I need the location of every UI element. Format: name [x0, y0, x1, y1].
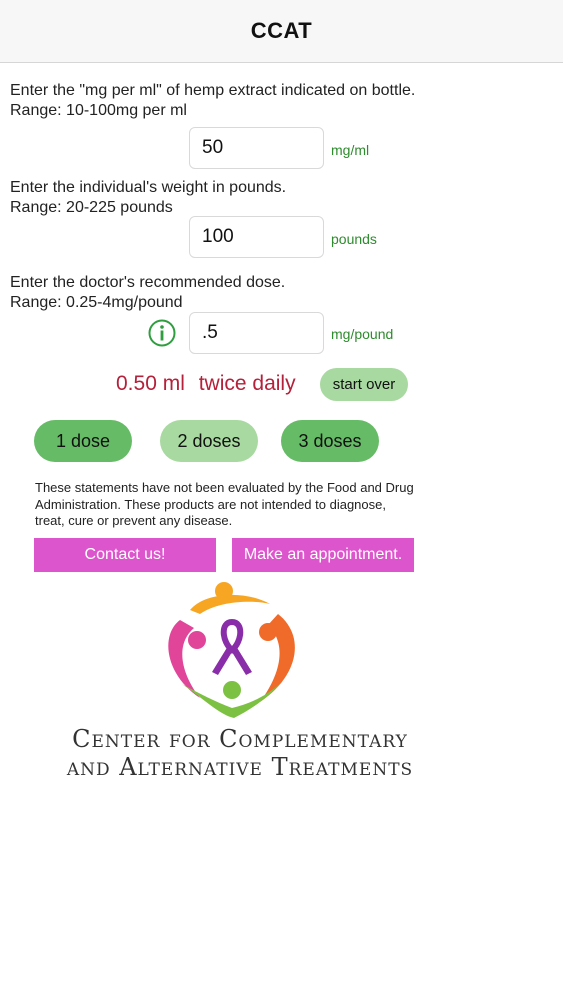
app-title: CCAT	[250, 18, 313, 43]
concentration-input[interactable]: 50	[189, 127, 324, 169]
concentration-unit: mg/ml	[331, 142, 370, 158]
organization-name: Center for Complementary and Alternative…	[30, 725, 450, 781]
weight-prompt-line2: Range: 20-225 pounds	[10, 199, 173, 216]
organization-name-line1: Center for Complementary	[72, 725, 408, 753]
dose-prompt-line1: Enter the doctor's recommended dose.	[10, 274, 286, 291]
nav-bar: CCAT	[0, 0, 563, 63]
weight-input[interactable]: 100	[189, 216, 324, 258]
heart-ribbon-logo	[168, 582, 295, 718]
result-frequency: twice daily	[198, 372, 296, 395]
weight-prompt: Enter the individual's weight in pounds.…	[10, 178, 430, 218]
result-amount: 0.50 ml	[116, 372, 185, 395]
dose-result: 0.50 ml twice daily	[116, 372, 304, 396]
start-over-button[interactable]: start over	[320, 368, 408, 401]
make-appointment-button[interactable]: Make an appointment.	[232, 538, 414, 572]
weight-unit: pounds	[331, 231, 377, 247]
concentration-prompt: Enter the "mg per ml" of hemp extract in…	[10, 82, 416, 119]
info-icon[interactable]	[148, 319, 176, 347]
weight-prompt-line1: Enter the individual's weight in pounds.	[10, 179, 287, 196]
one-dose-button[interactable]: 1 dose	[34, 420, 132, 462]
organization-name-line2: and Alternative Treatments	[66, 753, 414, 781]
dose-unit: mg/pound	[331, 326, 394, 342]
dose-prompt-line2: Range: 0.25-4mg/pound	[10, 294, 183, 311]
three-doses-button[interactable]: 3 doses	[281, 420, 379, 462]
two-doses-button[interactable]: 2 doses	[160, 420, 258, 462]
fda-disclaimer: These statements have not been evaluated…	[35, 480, 414, 528]
contact-us-button[interactable]: Contact us!	[34, 538, 216, 572]
dose-prompt: Enter the doctor's recommended dose. Ran…	[10, 273, 430, 313]
dose-input[interactable]: .5	[189, 312, 324, 354]
